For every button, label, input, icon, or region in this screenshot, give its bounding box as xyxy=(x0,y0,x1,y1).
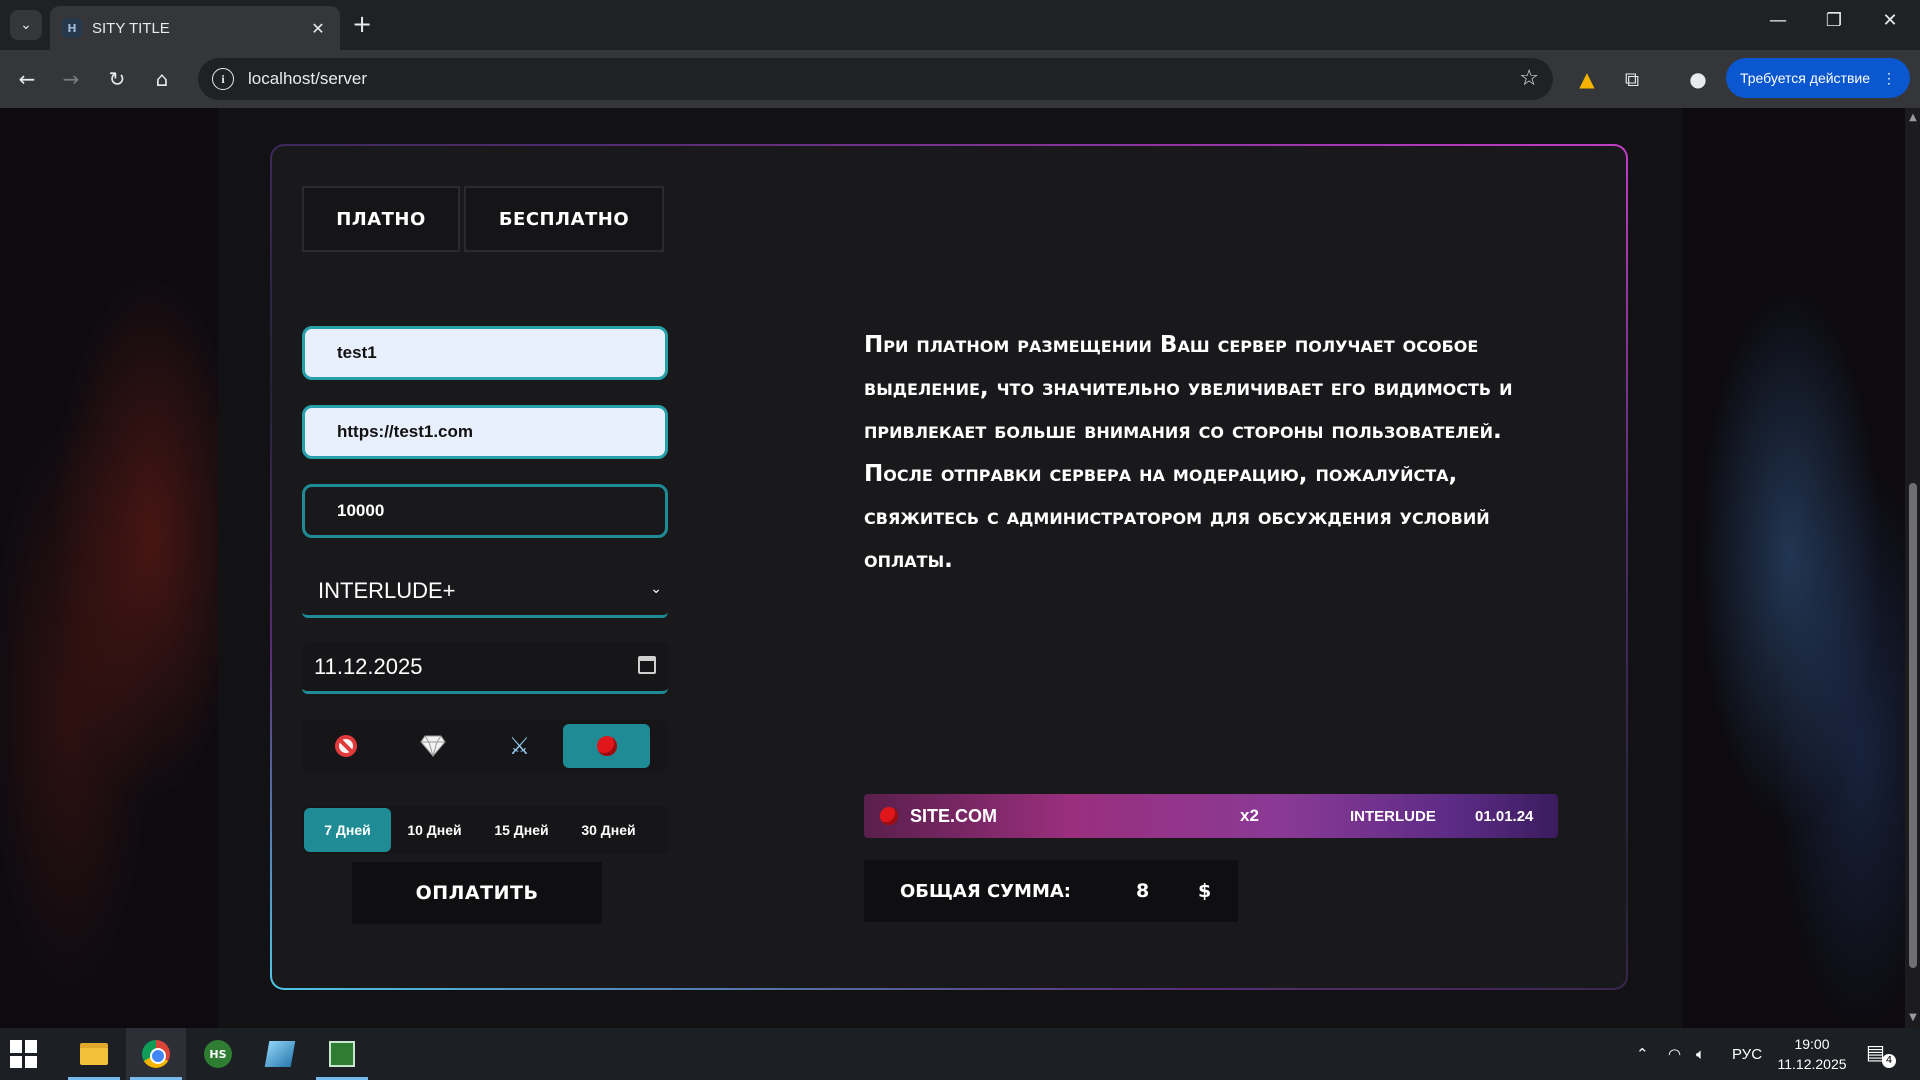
paid-listing-description: При платном размещении Ваш сервер получа… xyxy=(864,332,1513,573)
language-indicator[interactable]: РУС xyxy=(1732,1028,1762,1080)
crossed-swords-icon: ⚔ xyxy=(508,732,531,760)
tab-search-button[interactable]: ⌄ xyxy=(10,10,42,40)
highlight-option-ban[interactable] xyxy=(302,724,389,768)
taskbar-clock[interactable]: 19:00 11.12.2025 xyxy=(1762,1034,1862,1074)
chrome-icon xyxy=(142,1040,170,1068)
taskbar-chrome[interactable] xyxy=(126,1028,186,1080)
highlight-option-diamond[interactable] xyxy=(389,724,476,768)
tab-title: SITY TITLE xyxy=(92,19,170,37)
tab-paid[interactable]: ПЛАТНО xyxy=(302,186,460,252)
duration-7-days[interactable]: 7 Дней xyxy=(304,808,391,852)
page-viewport: ПЛАТНО БЕСПЛАТНО test1 https://test1.com… xyxy=(0,108,1905,1028)
scrollbar-thumb[interactable] xyxy=(1909,483,1917,968)
minimize-button[interactable]: — xyxy=(1756,10,1800,31)
listing-type-tabs: ПЛАТНО БЕСПЛАТНО xyxy=(302,186,664,252)
notes-app-icon xyxy=(264,1041,296,1067)
scroll-down-arrow-icon[interactable]: ▼ xyxy=(1907,1012,1919,1023)
total-label: ОБЩАЯ СУММА: xyxy=(900,880,1071,902)
chronicle-select-value: INTERLUDE+ xyxy=(318,577,456,603)
new-tab-button[interactable]: + xyxy=(352,12,372,36)
server-url-input[interactable]: https://test1.com xyxy=(302,405,668,459)
ban-icon xyxy=(334,735,357,757)
red-ball-icon xyxy=(596,736,617,756)
volume-icon[interactable]: 🔈︎ xyxy=(1696,1028,1705,1080)
windows-start-icon[interactable] xyxy=(10,1040,38,1068)
profile-avatar-icon[interactable]: ● xyxy=(1683,64,1713,94)
scroll-up-arrow-icon[interactable]: ▲ xyxy=(1907,112,1919,123)
highlight-icon-picker: ⚔ xyxy=(302,720,668,772)
chronicle-select[interactable]: INTERLUDE+ ⌄ xyxy=(302,566,668,618)
total-amount: 8 xyxy=(1136,880,1150,902)
duration-30-days[interactable]: 30 Дней xyxy=(565,808,652,852)
clock-time: 19:00 xyxy=(1794,1036,1830,1052)
taskbar-notes-app[interactable] xyxy=(250,1028,310,1080)
extensions-puzzle-icon[interactable]: ⧉ xyxy=(1617,64,1647,94)
preview-date: 01.01.24 xyxy=(1475,807,1534,825)
folder-icon xyxy=(80,1043,108,1065)
back-button[interactable]: ← xyxy=(12,64,42,94)
chevron-down-icon: ⌄ xyxy=(650,580,662,596)
browser-tab[interactable]: H SITY TITLE ✕ xyxy=(50,6,340,50)
restore-button[interactable]: ❐ xyxy=(1812,10,1856,31)
browser-toolbar: ← → ↻ ⌂ i localhost/server ☆ ▲ ⧉ ● Требу… xyxy=(0,50,1920,108)
preview-rate: x2 xyxy=(1240,806,1259,825)
tab-free[interactable]: БЕСПЛАТНО xyxy=(464,186,664,252)
duration-15-days[interactable]: 15 Дней xyxy=(478,808,565,852)
notification-center-icon[interactable]: ▤ 4 xyxy=(1866,1040,1896,1068)
menu-dots-icon[interactable]: ⋮ xyxy=(1882,70,1896,87)
show-hidden-icons-icon[interactable]: ⌃ xyxy=(1636,1028,1649,1080)
image-app-icon xyxy=(329,1041,355,1067)
page-scrollbar[interactable]: ▲ ▼ xyxy=(1905,108,1920,1028)
content-column: ПЛАТНО БЕСПЛАТНО test1 https://test1.com… xyxy=(218,108,1682,1028)
close-tab-icon[interactable]: ✕ xyxy=(308,19,328,38)
highlight-option-swords[interactable]: ⚔ xyxy=(476,724,563,768)
close-window-button[interactable]: ✕ xyxy=(1868,10,1912,31)
diamond-icon xyxy=(419,735,446,757)
server-name-input[interactable]: test1 xyxy=(302,326,668,380)
taskbar-image-app[interactable] xyxy=(312,1028,372,1080)
bookmark-star-icon[interactable]: ☆ xyxy=(1519,66,1539,91)
home-button[interactable]: ⌂ xyxy=(147,64,177,94)
taskbar-hs-app[interactable]: HS xyxy=(188,1028,248,1080)
site-info-icon[interactable]: i xyxy=(212,68,234,90)
address-bar[interactable]: i localhost/server ☆ xyxy=(198,58,1553,100)
pay-button[interactable]: ОПЛАТИТЬ xyxy=(352,862,602,924)
forward-button[interactable]: → xyxy=(56,64,86,94)
hs-app-icon: HS xyxy=(204,1040,232,1068)
windows-taskbar: HS ⌃ ◠ 🔈︎ РУС 19:00 11.12.2025 ▤ 4 xyxy=(0,1028,1920,1080)
calendar-icon[interactable] xyxy=(638,656,656,674)
preview-site: SITE.COM xyxy=(910,805,998,826)
notification-count-badge: 4 xyxy=(1882,1054,1896,1068)
total-sum: ОБЩАЯ СУММА: 8 $ xyxy=(864,860,1238,922)
total-currency: $ xyxy=(1198,880,1212,902)
taskbar-file-explorer[interactable] xyxy=(64,1028,124,1080)
reload-button[interactable]: ↻ xyxy=(102,64,132,94)
highlight-option-red-ball[interactable] xyxy=(563,724,650,768)
server-rate-input[interactable]: 10000 xyxy=(302,484,668,538)
preview-red-ball-icon xyxy=(880,807,898,825)
date-value: 11.12.2025 xyxy=(314,653,423,679)
site-favicon-icon: H xyxy=(62,18,82,38)
server-preview-banner: SITE.COM x2 INTERLUDE 01.01.24 xyxy=(864,794,1558,838)
address-url[interactable]: localhost/server xyxy=(248,69,367,89)
duration-10-days[interactable]: 10 Дней xyxy=(391,808,478,852)
profile-action-label: Требуется действие xyxy=(1740,70,1871,86)
date-input[interactable]: 11.12.2025 xyxy=(302,642,668,694)
server-form-card: ПЛАТНО БЕСПЛАТНО test1 https://test1.com… xyxy=(270,144,1628,990)
profile-action-button[interactable]: Требуется действие ⋮ xyxy=(1726,58,1910,98)
network-icon[interactable]: ◠ xyxy=(1668,1028,1681,1080)
duration-picker: 7 Дней 10 Дней 15 Дней 30 Дней xyxy=(302,806,668,854)
extension-triangle-icon[interactable]: ▲ xyxy=(1572,64,1602,94)
preview-chronicle: INTERLUDE xyxy=(1350,807,1436,825)
clock-date: 11.12.2025 xyxy=(1777,1056,1847,1072)
browser-tab-bar: ⌄ H SITY TITLE ✕ + — ❐ ✕ xyxy=(0,0,1920,50)
